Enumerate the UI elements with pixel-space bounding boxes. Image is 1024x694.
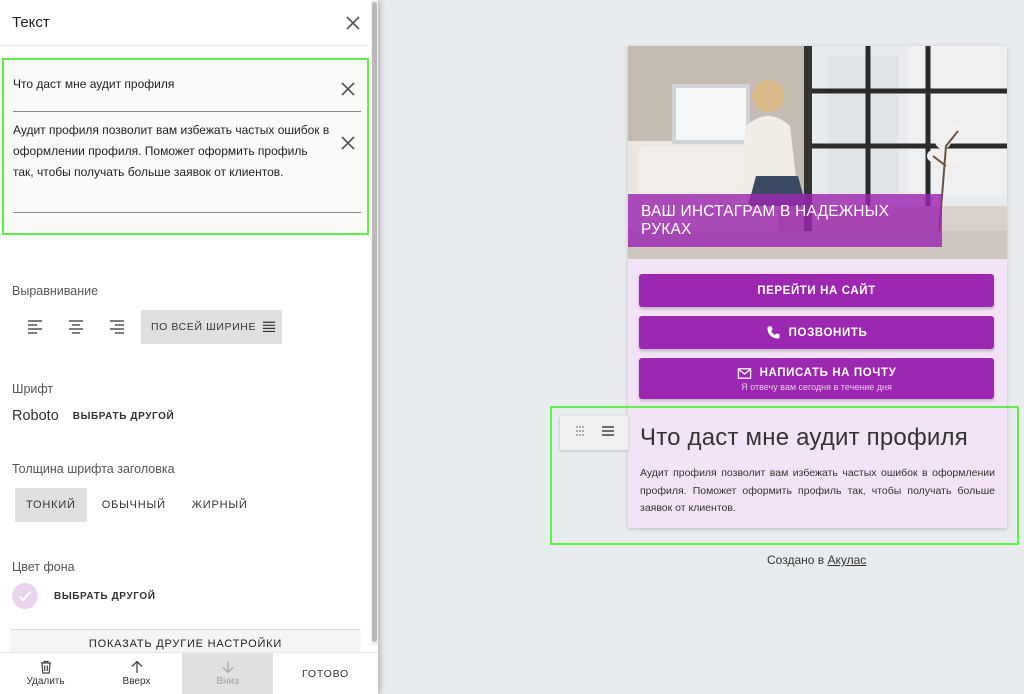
done-button[interactable]: ГОТОВО [273,653,378,694]
footer-link[interactable]: Акулас [827,553,866,567]
footer-credit: Создано в Акулас [0,553,1024,567]
alignment-options: ПО ВСЕЙ ШИРИНЕ [14,310,283,344]
text-block-body: Аудит профиля позволит вам избежать част… [640,467,995,514]
weight-thin-button[interactable]: ТОНКИЙ [15,488,87,522]
text-settings-panel: Текст Что даст мне аудит профиля Аудит п… [0,0,378,694]
menu-icon[interactable] [601,424,615,443]
font-row: Roboto ВЫБРАТЬ ДРУГОЙ [12,408,174,424]
align-center-button[interactable] [55,310,96,344]
align-justify-label: ПО ВСЕЙ ШИРИНЕ [151,321,257,333]
bottom-toolbar: Удалить Вверх Вниз ГОТОВО [0,652,378,694]
panel-title: Текст [12,14,50,31]
arrow-up-icon [131,660,142,673]
change-bg-color-button[interactable]: ВЫБРАТЬ ДРУГОЙ [54,591,156,602]
block-toolbar [560,416,628,450]
email-button[interactable]: НАПИСАТЬ НА ПОЧТУ Я отвечу вам сегодня в… [639,358,994,399]
move-down-button[interactable]: Вниз [182,653,273,694]
alignment-label: Выравнивание [12,284,99,298]
weight-label: Толщина шрифта заголовка [12,462,175,476]
delete-label: Удалить [26,676,65,687]
phone-icon [767,326,780,339]
change-font-button[interactable]: ВЫБРАТЬ ДРУГОЙ [73,411,175,422]
delete-button[interactable]: Удалить [0,653,91,694]
footer-prefix: Создано в [767,553,828,567]
clear-body-icon[interactable] [337,132,359,154]
move-up-button[interactable]: Вверх [91,653,182,694]
call-button[interactable]: ПОЗВОНИТЬ [639,316,994,349]
align-right-icon [109,320,124,334]
weight-options: ТОНКИЙ ОБЫЧНЫЙ ЖИРНЫЙ [15,488,259,522]
align-justify-button[interactable]: ПО ВСЕЙ ШИРИНЕ [141,310,283,344]
mail-icon [737,367,751,379]
check-icon [18,591,32,602]
weight-bold-button[interactable]: ЖИРНЫЙ [181,488,259,522]
trash-icon [40,660,51,674]
align-justify-icon [262,321,276,332]
align-center-icon [68,320,83,334]
email-sublabel: Я отвечу вам сегодня в течение дня [741,381,892,392]
drag-handle-icon[interactable] [573,424,587,443]
font-label: Шрифт [12,382,54,396]
bg-color-row: ВЫБРАТЬ ДРУГОЙ [12,583,156,609]
body-field-value[interactable]: Аудит профиля позволит вам избежать част… [13,120,361,183]
panel-header: Текст [0,0,378,46]
move-down-label: Вниз [216,676,239,687]
move-up-label: Вверх [122,676,151,687]
align-left-icon [27,320,42,334]
call-label: ПОЗВОНИТЬ [788,326,868,339]
visit-site-button[interactable]: ПЕРЕЙТИ НА САЙТ [639,274,994,307]
arrow-down-icon [222,661,233,674]
hero-banner-text: ВАШ ИНСТАГРАМ В НАДЕЖНЫХ РУКАХ [628,194,942,247]
bg-color-swatch[interactable] [12,583,38,609]
align-left-button[interactable] [14,310,55,344]
hero-image: ВАШ ИНСТАГРАМ В НАДЕЖНЫХ РУКАХ [628,46,1007,259]
font-name: Roboto [12,408,59,424]
heading-field-value[interactable]: Что даст мне аудит профиля [13,74,361,95]
body-field[interactable]: Аудит профиля позволит вам избежать част… [13,120,361,213]
clear-heading-icon[interactable] [337,78,359,100]
visit-site-label: ПЕРЕЙТИ НА САЙТ [757,284,876,297]
email-label: НАПИСАТЬ НА ПОЧТУ [759,367,897,379]
close-icon[interactable] [342,12,364,34]
align-right-button[interactable] [96,310,137,344]
weight-regular-button[interactable]: ОБЫЧНЫЙ [91,488,177,522]
text-editor-fields: Что даст мне аудит профиля Аудит профиля… [2,58,369,235]
heading-field[interactable]: Что даст мне аудит профиля [13,74,361,112]
panel-scrollbar[interactable] [371,0,378,645]
text-block-heading: Что даст мне аудит профиля [640,424,968,451]
